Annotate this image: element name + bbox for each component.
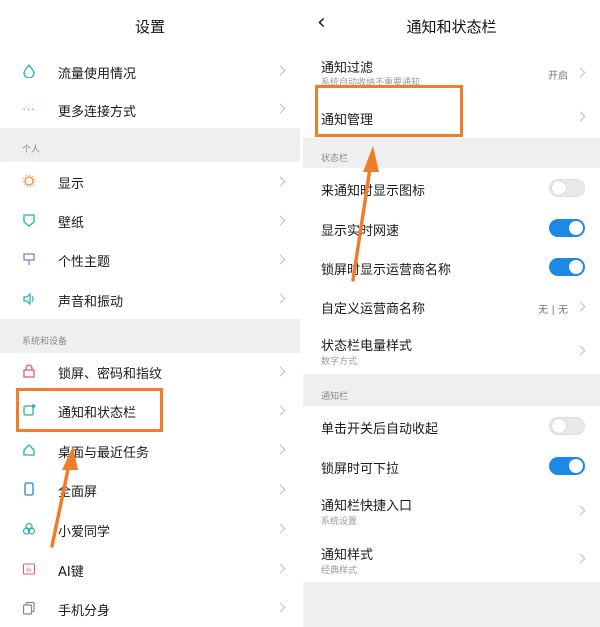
settings-item-label: 手机分身 <box>58 604 111 619</box>
chevron-right-icon <box>275 65 286 76</box>
toggle-row-auto-collapse[interactable]: 单击开关后自动收起 <box>303 406 600 446</box>
notification-statusbar-panel: ‹ 通知和状态栏 通知过滤 系统自动收纳不重要通知 开启 通知管理 状态栏 来通… <box>303 0 600 627</box>
status-value: 无 | 无 <box>538 305 568 316</box>
settings-item-label: 单击开关后自动收起 <box>321 422 439 437</box>
settings-item-label: 壁纸 <box>58 216 85 231</box>
second-space-icon <box>22 601 36 615</box>
toggle-switch[interactable] <box>549 219 585 237</box>
chevron-right-icon <box>575 553 586 564</box>
chevron-right-icon <box>575 505 586 516</box>
page-title: 设置 <box>134 18 165 36</box>
toggle-switch[interactable] <box>549 179 585 197</box>
settings-item-more-connections[interactable]: ··· 更多连接方式 <box>0 90 300 128</box>
highlight-box <box>16 388 163 432</box>
settings-item-wallpaper[interactable]: 壁纸 <box>0 201 300 240</box>
chevron-right-icon <box>575 111 586 122</box>
settings-item-label: 个性主题 <box>58 255 111 270</box>
home-icon <box>22 443 36 457</box>
chevron-right-icon <box>275 366 286 377</box>
toggle-row-pulldown-on-lockscreen[interactable]: 锁屏时可下拉 <box>303 446 600 486</box>
section-header-notification-bar: 通知栏 <box>303 374 600 406</box>
chevron-right-icon <box>275 293 286 304</box>
toggle-switch[interactable] <box>549 417 585 435</box>
settings-item-label: 显示 <box>58 177 85 192</box>
settings-item-data-usage[interactable]: 流量使用情况 <box>0 52 300 90</box>
theme-brush-icon <box>22 252 36 266</box>
settings-item-lockscreen[interactable]: 锁屏、密码和指纹 <box>0 353 300 391</box>
settings-item-notification-style[interactable]: 通知样式 经典样式 <box>303 534 600 582</box>
phone-icon <box>22 482 36 496</box>
settings-panel: 设置 流量使用情况 ··· 更多连接方式 个人 显示 壁纸 个性主题 声音和振动… <box>0 0 300 627</box>
ai-key-icon: AI <box>22 562 36 576</box>
chevron-right-icon <box>275 484 286 495</box>
chevron-right-icon <box>575 345 586 356</box>
settings-item-label: 声音和振动 <box>58 295 124 310</box>
chevron-right-icon <box>575 67 586 78</box>
chevron-right-icon <box>275 405 286 416</box>
settings-item-theme[interactable]: 个性主题 <box>0 240 300 279</box>
settings-item-label: 锁屏时显示运营商名称 <box>321 263 452 278</box>
settings-item-subtitle: 系统设置 <box>321 517 358 527</box>
wallpaper-icon <box>22 213 36 227</box>
settings-item-label: 通知样式 <box>321 548 374 563</box>
orange-arrow <box>50 446 78 548</box>
settings-item-label: 更多连接方式 <box>58 105 137 120</box>
page-title: 通知和状态栏 <box>406 18 497 36</box>
section-header-personal: 个人 <box>0 128 300 162</box>
settings-item-carrier-name[interactable]: 自定义运营商名称 无 | 无 <box>303 286 600 326</box>
lock-icon <box>22 364 36 378</box>
settings-item-label: 状态栏电量样式 <box>321 339 413 354</box>
settings-item-second-space[interactable]: 手机分身 <box>0 589 300 627</box>
orange-arrow <box>351 146 379 282</box>
chevron-right-icon <box>275 103 286 114</box>
settings-item-ai-key[interactable]: AI AI键 <box>0 549 300 589</box>
settings-item-subtitle: 经典样式 <box>321 566 358 576</box>
toggle-switch[interactable] <box>549 258 585 276</box>
settings-item-label: 自定义运营商名称 <box>321 302 426 317</box>
chevron-right-icon <box>275 523 286 534</box>
toggle-switch[interactable] <box>549 457 585 475</box>
more-dots-icon: ··· <box>22 102 36 116</box>
data-usage-icon <box>22 64 36 78</box>
settings-item-battery-style[interactable]: 状态栏电量样式 数字方式 <box>303 326 600 374</box>
speaker-icon <box>22 292 36 306</box>
settings-item-label: 锁屏时可下拉 <box>321 462 400 477</box>
chevron-right-icon <box>275 215 286 226</box>
status-value: 开启 <box>548 71 568 82</box>
section-header-system: 系统和设备 <box>0 319 300 353</box>
svg-text:AI: AI <box>26 568 32 574</box>
settings-item-display[interactable]: 显示 <box>0 162 300 201</box>
chevron-right-icon <box>275 563 286 574</box>
settings-item-label: 锁屏、密码和指纹 <box>58 367 163 382</box>
settings-item-shortcut-entry[interactable]: 通知栏快捷入口 系统设置 <box>303 486 600 534</box>
chevron-right-icon <box>275 176 286 187</box>
chevron-right-icon <box>275 444 286 455</box>
chevron-right-icon <box>275 254 286 265</box>
settings-item-sound[interactable]: 声音和振动 <box>0 279 300 319</box>
settings-item-label: 通知栏快捷入口 <box>321 499 413 514</box>
settings-item-subtitle: 数字方式 <box>321 357 358 367</box>
chevron-right-icon <box>575 301 586 312</box>
notification-header: ‹ 通知和状态栏 <box>303 0 600 52</box>
settings-item-label: AI键 <box>58 565 84 580</box>
xiaoai-icon <box>22 522 36 536</box>
settings-header: 设置 <box>0 0 300 52</box>
sun-icon <box>22 174 36 188</box>
highlight-box <box>315 85 463 137</box>
settings-item-label: 通知过滤 <box>321 61 374 76</box>
settings-item-label: 流量使用情况 <box>58 67 137 82</box>
chevron-right-icon <box>275 602 286 613</box>
